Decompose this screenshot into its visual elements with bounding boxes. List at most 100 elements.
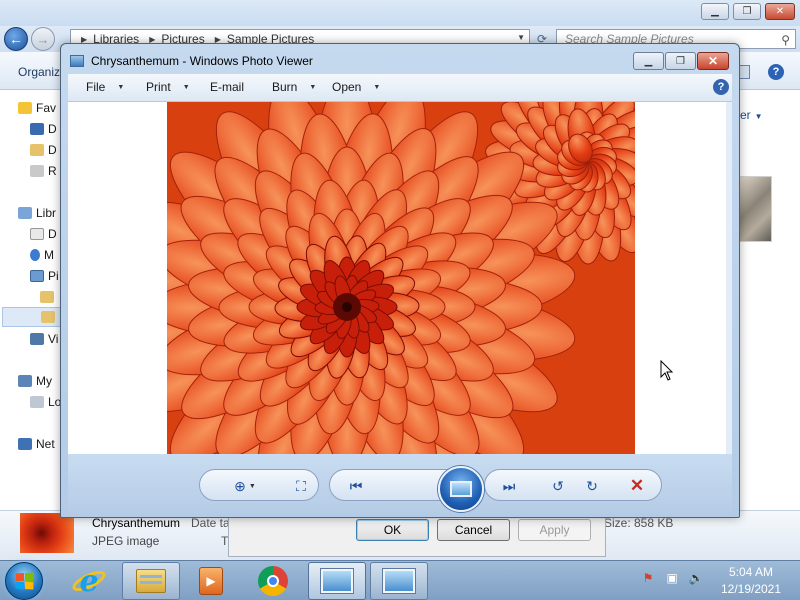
taskbar-photo-viewer-2[interactable] [370, 562, 428, 600]
taskbar-windows-explorer[interactable] [122, 562, 180, 600]
view-options[interactable]: er ▼ [740, 108, 763, 122]
window-title: Chrysanthemum - Windows Photo Viewer [91, 54, 313, 68]
library-icon [18, 207, 32, 219]
ok-button[interactable]: OK [356, 519, 429, 541]
folder-icon [30, 144, 44, 156]
photo-viewer-icon [321, 569, 353, 593]
actual-size-icon: ⛶ [296, 477, 306, 494]
explorer-help-icon[interactable]: ? [768, 64, 784, 80]
explorer-maximize-button[interactable]: ❐ [733, 3, 761, 20]
menu-burn[interactable]: Burn ▼ [272, 80, 316, 94]
photo-viewer-window: Chrysanthemum - Windows Photo Viewer ▁ ❐… [60, 43, 740, 518]
viewport-edge [726, 102, 732, 454]
chevron-down-icon: ▼ [309, 83, 317, 91]
close-button[interactable]: ✕ [697, 52, 729, 70]
rotate-counterclockwise-icon: ↺ [552, 477, 564, 494]
folder-icon [41, 311, 55, 323]
photo-viewer-menubar: File ▼ Print ▼ E-mail Burn ▼ Open ▼ ? [68, 74, 732, 102]
chevron-down-icon: ▼ [754, 112, 763, 121]
folder-icon [40, 291, 54, 303]
clock[interactable]: 5:04 AM 12/19/2021 [716, 564, 786, 598]
pictures-icon [30, 270, 44, 282]
zoom-button[interactable]: ⊕ ▼ [228, 477, 262, 495]
menu-open[interactable]: Open ▼ [332, 80, 380, 94]
photo-viewer-titlebar[interactable]: Chrysanthemum - Windows Photo Viewer ▁ ❐… [61, 44, 739, 74]
details-file-name: Chrysanthemum [92, 516, 181, 530]
rotate-clockwise-button[interactable]: ↻ [581, 477, 603, 495]
address-dropdown-icon[interactable]: ▼ [517, 33, 525, 42]
next-button[interactable]: ⏭ [496, 477, 522, 495]
actual-size-button[interactable]: ⛶ [290, 477, 312, 495]
chevron-down-icon: ▼ [117, 83, 125, 91]
details-date-label: Date ta [191, 516, 230, 530]
system-tray: ⚑ ▣ 🔈 [640, 570, 704, 586]
back-button[interactable]: ← [4, 27, 28, 51]
previous-icon: ⏮ [349, 477, 363, 494]
recent-icon [30, 165, 44, 177]
video-icon [30, 333, 44, 345]
taskbar-internet-explorer[interactable]: e [60, 562, 118, 600]
chrysanthemum-image [167, 102, 635, 454]
explorer-titlebar: ▁ ❐ ✕ [0, 0, 800, 26]
rotate-clockwise-icon: ↻ [586, 477, 598, 494]
delete-button[interactable]: ✕ [626, 476, 648, 495]
apply-button[interactable]: Apply [518, 519, 591, 541]
mouse-cursor-icon [660, 360, 674, 381]
clock-time: 5:04 AM [728, 565, 774, 579]
drive-icon [30, 396, 44, 408]
delete-icon: ✕ [629, 476, 645, 495]
photo-viewer-app-icon [70, 55, 84, 67]
rotate-counterclockwise-button[interactable]: ↺ [547, 477, 569, 495]
folder-icon [136, 569, 166, 593]
search-icon[interactable]: ⚲ [781, 31, 790, 49]
music-icon [30, 249, 40, 261]
start-button[interactable] [5, 562, 43, 600]
next-icon: ⏭ [502, 477, 516, 494]
computer-icon [18, 375, 32, 387]
cancel-button[interactable]: Cancel [437, 519, 510, 541]
file-thumbnail [20, 513, 74, 553]
media-player-icon: ▶ [199, 567, 223, 595]
menu-print[interactable]: Print ▼ [146, 80, 190, 94]
nav-sample-pictures[interactable] [2, 307, 62, 327]
maximize-button[interactable]: ❐ [665, 52, 696, 70]
organize-menu[interactable]: Organiz [18, 65, 60, 79]
taskbar-media-player[interactable]: ▶ [182, 562, 240, 600]
koala-thumbnail[interactable] [738, 176, 772, 242]
menu-email[interactable]: E-mail [210, 80, 244, 94]
chevron-down-icon: ▼ [182, 83, 190, 91]
minimize-button[interactable]: ▁ [633, 52, 664, 70]
navigation-pane: Fav D D R Libr D M Pi Vi My Lo Net [0, 90, 62, 510]
explorer-minimize-button[interactable]: ▁ [701, 3, 729, 20]
slide-show-button[interactable] [438, 466, 484, 512]
properties-dialog: OK Cancel Apply [228, 512, 606, 557]
zoom-icon: ⊕ [234, 477, 246, 494]
details-file-type: JPEG image [92, 534, 160, 548]
taskbar-photo-viewer[interactable] [308, 562, 366, 600]
windows-logo-icon [15, 572, 34, 590]
forward-button[interactable]: → [31, 27, 55, 51]
slide-show-icon [450, 481, 472, 497]
details-file-size: Size: 858 KB [604, 516, 674, 530]
taskbar-google-chrome[interactable] [244, 562, 302, 600]
previous-button[interactable]: ⏮ [343, 477, 369, 495]
chevron-down-icon: ▼ [248, 482, 256, 490]
chrome-icon [258, 566, 288, 596]
chevron-down-icon: ▼ [373, 83, 381, 91]
menu-file[interactable]: File ▼ [86, 80, 124, 94]
network-icon [18, 438, 32, 450]
help-icon[interactable]: ? [713, 79, 729, 95]
desktop-icon [30, 123, 44, 135]
document-icon [30, 228, 44, 240]
flower-photo [167, 102, 635, 454]
internet-explorer-icon: e [79, 563, 99, 599]
explorer-close-button[interactable]: ✕ [765, 3, 795, 20]
clock-date: 12/19/2021 [720, 582, 782, 596]
photo-viewer-icon [383, 569, 415, 593]
photo-viewer-controls: ⊕ ▼ ⛶ ⏮ ⏭ ↺ ↻ ✕ [68, 454, 732, 514]
network-icon[interactable]: ▣ [664, 570, 680, 586]
action-center-flag-icon[interactable]: ⚑ [640, 570, 656, 586]
image-viewport [68, 102, 732, 454]
volume-icon[interactable]: 🔈 [688, 570, 704, 586]
star-icon [18, 102, 32, 114]
